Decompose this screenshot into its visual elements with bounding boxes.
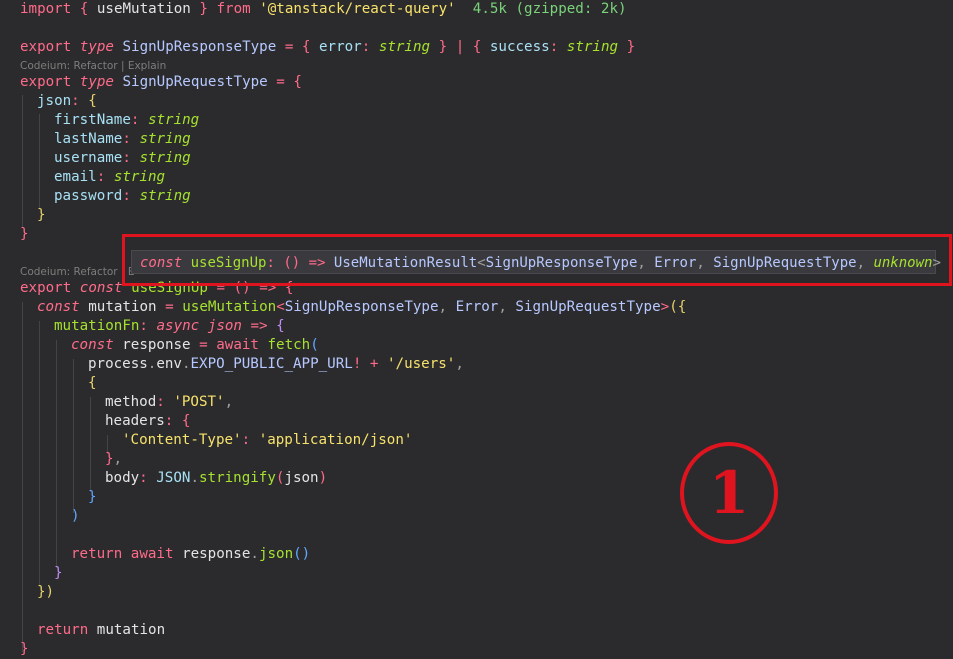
code-line-body: body: JSON.stringify(json) xyxy=(105,470,328,486)
code-line-headers-close: }, xyxy=(105,451,123,467)
codeium-codelens[interactable]: Codeium: Refactor | Explain xyxy=(20,59,166,73)
code-line-url: process.env.EXPO_PUBLIC_APP_URL! + '/use… xyxy=(88,356,464,372)
step-number-badge: 1 xyxy=(680,442,778,544)
code-line-fn-close: } xyxy=(54,565,63,581)
code-line-mutation: const mutation = useMutation<SignUpRespo… xyxy=(37,299,687,315)
code-line-field: lastName: string xyxy=(54,131,191,147)
code-line-options-open: { xyxy=(88,375,97,391)
indent-guide xyxy=(90,397,91,492)
code-line-close: } xyxy=(37,207,46,223)
code-line-close: } xyxy=(20,226,29,242)
code-line-hook-close: } xyxy=(20,641,29,657)
import-cost-hint: 4.5k (gzipped: 2k) xyxy=(472,1,627,17)
code-line-field: email: string xyxy=(54,169,166,185)
highlight-box xyxy=(122,234,952,286)
code-editor[interactable]: import { useMutation } from '@tanstack/r… xyxy=(0,0,953,658)
indent-guide xyxy=(73,359,74,513)
code-line-content-type: 'Content-Type': 'application/json' xyxy=(122,432,413,448)
code-line-options-close: } xyxy=(88,489,97,505)
indent-guide xyxy=(56,340,57,568)
code-line-mutation-close: }) xyxy=(37,584,55,600)
code-line-field: username: string xyxy=(54,150,191,166)
indent-guide xyxy=(39,114,40,209)
code-line-field: firstName: string xyxy=(54,112,200,128)
code-line-fetch: const response = await fetch( xyxy=(71,337,319,353)
code-line-mutationfn: mutationFn: async json => { xyxy=(54,318,285,334)
codeium-codelens[interactable]: Codeium: Refactor | E xyxy=(20,265,134,279)
code-line-field: password: string xyxy=(54,188,191,204)
code-line-method: method: 'POST', xyxy=(105,394,234,410)
code-line-import: import { useMutation } from '@tanstack/r… xyxy=(20,1,627,17)
code-line-headers: headers: { xyxy=(105,413,191,429)
code-line-fetch-close: ) xyxy=(71,508,80,524)
indent-guide xyxy=(22,95,23,228)
code-line-json: json: { xyxy=(37,93,97,109)
code-line-return-mutation: return mutation xyxy=(37,622,166,638)
code-line-request-type: export type SignUpRequestType = { xyxy=(20,74,302,90)
code-line-return-json: return await response.json() xyxy=(71,546,311,562)
indent-guide xyxy=(39,321,40,587)
code-line-response-type: export type SignUpResponseType = { error… xyxy=(20,39,636,55)
indent-guide xyxy=(22,302,23,652)
